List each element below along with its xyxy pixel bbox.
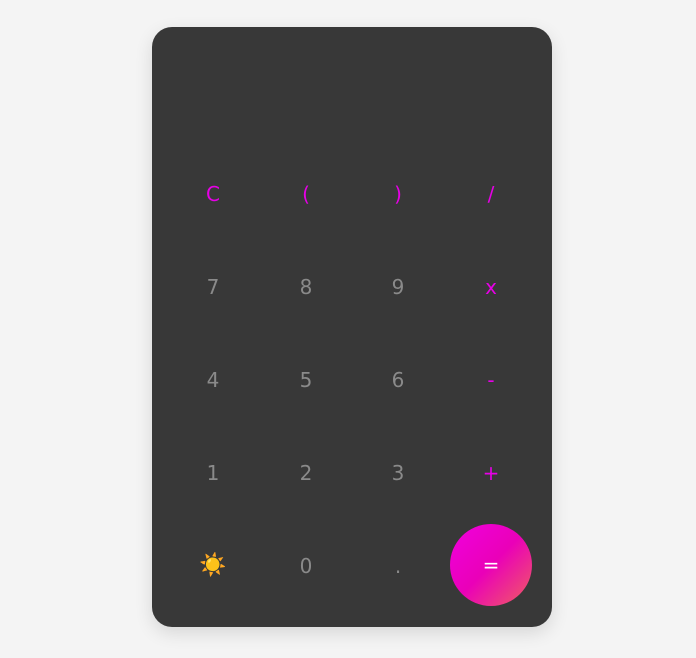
digit-3-button[interactable]: 3 — [356, 431, 440, 515]
digit-4-button[interactable]: 4 — [171, 338, 255, 422]
digit-8-button[interactable]: 8 — [264, 245, 348, 329]
add-button[interactable]: + — [449, 431, 533, 515]
digit-0-button[interactable]: 0 — [264, 524, 348, 608]
calculator-panel: C ( ) / 7 8 9 x 4 5 6 - 1 2 3 + ☀️ 0 . = — [152, 27, 552, 627]
clear-button[interactable]: C — [171, 152, 255, 236]
theme-toggle-button[interactable]: ☀️ — [171, 524, 255, 608]
digit-1-button[interactable]: 1 — [171, 431, 255, 515]
sun-icon: ☀️ — [199, 553, 227, 578]
subtract-button[interactable]: - — [449, 338, 533, 422]
close-paren-button[interactable]: ) — [356, 152, 440, 236]
divide-button[interactable]: / — [449, 152, 533, 236]
decimal-button[interactable]: . — [356, 524, 440, 608]
open-paren-button[interactable]: ( — [264, 152, 348, 236]
equals-button[interactable]: = — [450, 524, 532, 606]
digit-2-button[interactable]: 2 — [264, 431, 348, 515]
calculator-display — [172, 47, 532, 147]
digit-6-button[interactable]: 6 — [356, 338, 440, 422]
digit-9-button[interactable]: 9 — [356, 245, 440, 329]
digit-5-button[interactable]: 5 — [264, 338, 348, 422]
digit-7-button[interactable]: 7 — [171, 245, 255, 329]
multiply-button[interactable]: x — [449, 245, 533, 329]
